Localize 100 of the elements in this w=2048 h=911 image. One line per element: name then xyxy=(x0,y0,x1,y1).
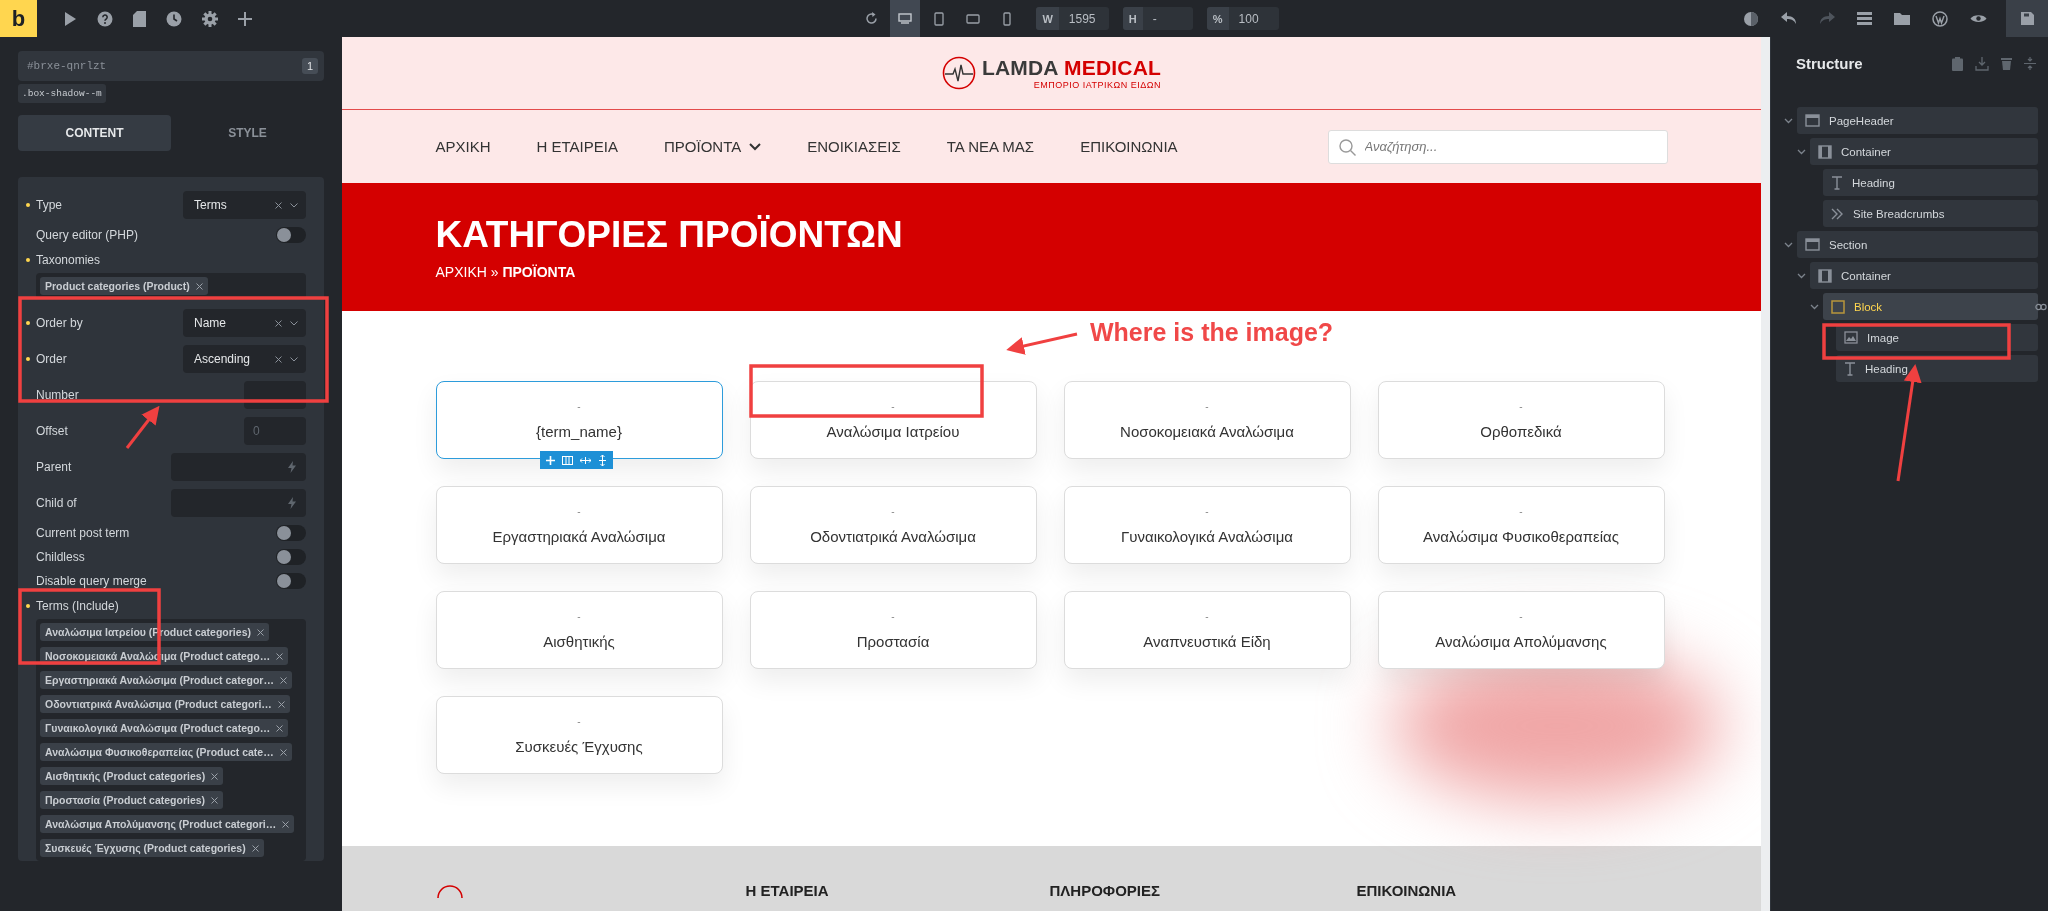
element-id-field[interactable]: #brxe-qnrlzt 1 xyxy=(18,51,324,81)
category-card[interactable]: - Ορθοπεδικά xyxy=(1377,381,1665,459)
tag[interactable]: Εργαστηριακά Αναλώσιμα (Product categor… xyxy=(40,671,292,689)
select-field[interactable]: Ascending xyxy=(183,345,306,373)
pointer-icon[interactable] xyxy=(63,10,77,27)
remove-icon[interactable] xyxy=(256,628,264,636)
tags-field[interactable] xyxy=(36,619,306,861)
structure-item[interactable]: Site Breadcrumbs xyxy=(1823,200,2038,227)
nav-link[interactable]: Η ΕΤΑΙΡΕΙΑ xyxy=(536,138,618,155)
structure-item[interactable]: Heading xyxy=(1823,169,2038,196)
clear-icon[interactable] xyxy=(275,201,282,209)
remove-icon[interactable] xyxy=(276,652,284,660)
chevron-down-icon[interactable] xyxy=(1783,117,1793,124)
tags-field[interactable]: Product categories (Product) xyxy=(36,273,306,299)
columns-icon[interactable] xyxy=(561,455,573,465)
link-icon[interactable] xyxy=(2035,302,2047,311)
toggle-switch[interactable] xyxy=(276,227,306,243)
chevron-down-icon[interactable] xyxy=(1796,272,1806,279)
nav-link[interactable]: ΤΑ ΝΕΑ ΜΑΣ xyxy=(946,138,1035,155)
clock-icon[interactable] xyxy=(166,10,182,27)
tag[interactable]: Αισθητικής (Product categories) xyxy=(40,767,224,785)
panel-tab[interactable]: CONTENT xyxy=(18,115,171,151)
scrollbar[interactable] xyxy=(1761,37,1770,911)
toggle-switch[interactable] xyxy=(276,525,306,541)
undo-icon[interactable] xyxy=(1781,12,1797,25)
remove-icon[interactable] xyxy=(251,844,259,852)
remove-icon[interactable] xyxy=(211,796,219,804)
toggle-switch[interactable] xyxy=(276,573,306,589)
horizontal-arrows-icon[interactable] xyxy=(579,455,591,465)
builder-logo[interactable]: b xyxy=(0,0,37,37)
tag[interactable]: Product categories (Product) xyxy=(40,277,208,295)
vertical-arrows-icon[interactable] xyxy=(597,454,607,466)
toggle-switch[interactable] xyxy=(276,549,306,565)
tag[interactable]: Προστασία (Product categories) xyxy=(40,791,224,809)
save-button[interactable] xyxy=(2006,0,2048,37)
select-field[interactable]: Name xyxy=(183,309,306,337)
category-card[interactable]: - Αισθητικής xyxy=(435,591,723,669)
select-field[interactable]: Terms xyxy=(183,191,306,219)
nav-link[interactable]: ΠΡΟΪΟΝΤΑ xyxy=(663,138,762,155)
category-card[interactable]: - Αναλώσιμα Φυσικοθεραπείας xyxy=(1377,486,1665,564)
lightning-icon[interactable] xyxy=(288,497,296,509)
download-icon[interactable] xyxy=(1975,56,1989,71)
search-field[interactable]: Αναζήτηση... xyxy=(1327,129,1668,164)
clear-icon[interactable] xyxy=(275,355,282,363)
size-field[interactable]: H - xyxy=(1122,7,1193,30)
number-field[interactable]: 0 xyxy=(244,417,306,445)
size-field[interactable]: W 1595 xyxy=(1036,7,1109,30)
remove-icon[interactable] xyxy=(282,820,290,828)
remove-icon[interactable] xyxy=(279,676,287,684)
category-card[interactable]: - Συσκευές Έγχυσης xyxy=(435,696,723,774)
category-card[interactable]: - Αναλώσιμα Απολύμανσης xyxy=(1377,591,1665,669)
settings-icon[interactable] xyxy=(202,10,218,27)
nav-link[interactable]: ΑΡΧΙΚΗ xyxy=(435,138,491,155)
list-icon[interactable] xyxy=(1857,12,1872,25)
chevron-down-icon[interactable] xyxy=(1809,303,1819,310)
clipboard-icon[interactable] xyxy=(1952,56,1963,71)
category-card[interactable]: - Αναπνευστικά Είδη xyxy=(1063,591,1351,669)
help-icon[interactable] xyxy=(97,10,113,27)
tag[interactable]: Αναλώσιμα Απολύμανσης (Product categori… xyxy=(40,815,295,833)
category-card[interactable]: - Προστασία xyxy=(749,591,1037,669)
clear-icon[interactable] xyxy=(275,319,282,327)
remove-icon[interactable] xyxy=(279,748,287,756)
tag[interactable]: Συσκευές Έγχυσης (Product categories) xyxy=(40,839,264,857)
panel-tab[interactable]: STYLE xyxy=(171,115,324,151)
chevron-down-icon[interactable] xyxy=(1783,241,1793,248)
folder-icon[interactable] xyxy=(1894,12,1910,25)
remove-icon[interactable] xyxy=(276,724,284,732)
page-icon[interactable] xyxy=(133,10,146,27)
tag[interactable]: Οδοντιατρικά Αναλώσιμα (Product categori… xyxy=(40,695,290,713)
plus-icon[interactable] xyxy=(238,11,252,26)
nav-link[interactable]: ΕΝΟΙΚΙΑΣΕΙΣ xyxy=(807,138,901,155)
chevron-down-icon[interactable] xyxy=(1796,148,1806,155)
device-button[interactable] xyxy=(890,0,921,37)
category-card[interactable]: - Νοσοκομειακά Αναλώσιμα xyxy=(1063,381,1351,459)
category-card[interactable]: - Εργαστηριακά Αναλώσιμα xyxy=(435,486,723,564)
eye-icon[interactable] xyxy=(1970,13,1987,24)
size-field[interactable]: % 100 xyxy=(1206,7,1279,30)
structure-item[interactable]: Container xyxy=(1810,138,2038,165)
structure-item[interactable]: Block xyxy=(1823,293,2038,320)
dynamic-data-field[interactable] xyxy=(171,489,306,517)
collapse-icon[interactable] xyxy=(2024,57,2036,70)
lightning-icon[interactable] xyxy=(288,461,296,473)
class-chip[interactable]: .box-shadow--m xyxy=(18,84,106,103)
structure-item[interactable]: PageHeader xyxy=(1797,107,2038,134)
category-card[interactable]: - Οδοντιατρικά Αναλώσιμα xyxy=(749,486,1037,564)
wordpress-icon[interactable] xyxy=(1932,10,1948,27)
category-card[interactable]: - Γυναικολογικά Αναλώσιμα xyxy=(1063,486,1351,564)
contrast-icon[interactable] xyxy=(1743,10,1759,27)
structure-item[interactable]: Container xyxy=(1810,262,2038,289)
tag[interactable]: Γυναικολογικά Αναλώσιμα (Product catego… xyxy=(40,719,289,737)
nav-link[interactable]: ΕΠΙΚΟΙΝΩΝΙΑ xyxy=(1080,138,1178,155)
dynamic-data-field[interactable] xyxy=(171,453,306,481)
tag[interactable]: Αναλώσιμα Φυσικοθεραπείας (Product cate… xyxy=(40,743,292,761)
remove-icon[interactable] xyxy=(211,772,219,780)
trash-icon[interactable] xyxy=(2001,57,2012,70)
structure-item[interactable]: Section xyxy=(1797,231,2038,258)
remove-icon[interactable] xyxy=(277,700,285,708)
category-card[interactable]: - {term_name} xyxy=(435,381,723,459)
category-card[interactable]: - Αναλώσιμα Ιατρείου xyxy=(749,381,1037,459)
refresh-icon[interactable] xyxy=(865,12,879,25)
